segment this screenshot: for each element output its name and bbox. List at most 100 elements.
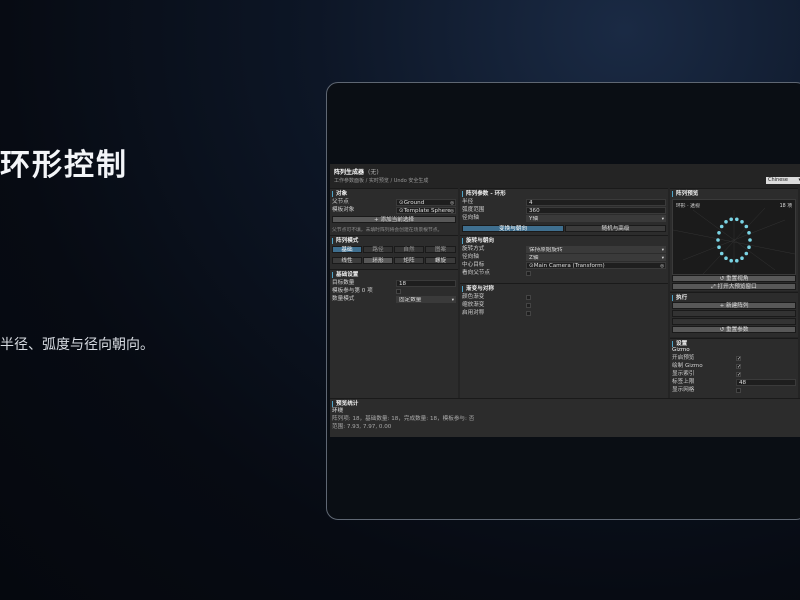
mode-panel: 阵列模式 基础 路径 自然 图案 线性 环形 矩阵 螺旋 <box>330 235 458 269</box>
reset-view-button[interactable]: ↺ 重置视角 <box>672 275 796 282</box>
gradient-panel: 渐变与对称 颜色渐变 缩放渐变 启用对称 <box>460 283 668 398</box>
radius-input[interactable]: 4 <box>526 199 666 206</box>
tab-grid[interactable]: 矩阵 <box>394 257 424 264</box>
scale-gradient-checkbox[interactable] <box>526 303 531 308</box>
tab-linear[interactable]: 线性 <box>332 257 362 264</box>
arc-input[interactable]: 360 <box>526 207 666 214</box>
target-icon[interactable]: ◎ <box>450 200 454 205</box>
gizmo-label: Gizmo <box>672 347 690 353</box>
parent-label: 父节点 <box>332 199 349 205</box>
ring-preview-dot <box>724 220 728 224</box>
disabled-action-button[interactable] <box>672 310 796 317</box>
panel-header: 基础设置 <box>332 272 358 278</box>
panel-header: 阵列模式 <box>332 238 358 244</box>
stats-line-2: 范围: 7.93, 7.97, 0.00 <box>332 424 392 430</box>
disabled-action-button[interactable] <box>672 318 796 325</box>
arc-label: 弧度范围 <box>462 207 485 213</box>
draw-gizmo-label: 绘制 Gizmo <box>672 363 703 369</box>
label-limit-label: 标签上限 <box>672 379 695 385</box>
reset-params-button[interactable]: ↺ 重置参数 <box>672 326 796 333</box>
array-params-panel: 阵列参数 - 环形 半径 4 弧度范围 360 径向轴 Y轴 ▾ 变换与朝向 随机… <box>460 188 668 235</box>
chevron-down-icon: ▾ <box>661 217 664 222</box>
panel-header: 旋转与朝向 <box>462 238 494 244</box>
ring-preview-dot <box>744 251 749 256</box>
hero-subtitle: 半径、弧度与径向朝向。 <box>0 337 154 353</box>
radial-axis-dropdown[interactable]: Y轴 ▾ <box>526 215 666 222</box>
enable-preview-checkbox[interactable]: ✓ <box>736 356 741 362</box>
new-array-button[interactable]: + 新建阵列 <box>672 302 796 309</box>
tab-path[interactable]: 路径 <box>363 246 393 253</box>
device-frame: 阵列生成器 (无) 工作参数面板 / 实时预览 / Undo 安全生成 Chine… <box>326 82 800 520</box>
center-target-field[interactable]: ⊙Main Camera (Transform) ◎ <box>526 262 666 269</box>
symmetry-checkbox[interactable] <box>526 311 531 316</box>
panel-header: 执行 <box>672 295 687 301</box>
rotation-axis-dropdown[interactable]: Z轴 ▾ <box>526 254 666 261</box>
settings-panel: 设置 Gizmo 开启预览 ✓ 绘制 Gizmo ✓ 显示索引 ✓ 标签上限 4… <box>670 338 798 398</box>
count-label: 目标数量 <box>332 280 355 286</box>
tab-ring[interactable]: 环形 <box>363 257 393 264</box>
ring-preview-dot <box>740 220 744 224</box>
color-gradient-checkbox[interactable] <box>526 295 531 300</box>
tab-transform[interactable]: 变换与朝向 <box>462 225 564 232</box>
color-gradient-label: 颜色渐变 <box>462 294 485 300</box>
show-index-checkbox[interactable]: ✓ <box>736 372 741 378</box>
panel-header: 预览统计 <box>332 401 358 407</box>
panel-header: 对象 <box>332 191 347 197</box>
tab-natural[interactable]: 自然 <box>394 246 424 253</box>
tab-basic[interactable]: 基础 <box>332 246 362 253</box>
ring-preview-dot <box>735 217 739 222</box>
template-include-checkbox[interactable] <box>396 289 401 294</box>
hero-title: 环形控制 <box>0 148 128 183</box>
chevron-down-icon: ▾ <box>661 256 664 261</box>
template-label: 模板对象 <box>332 207 355 213</box>
execute-panel: 执行 + 新建阵列 ↺ 重置参数 <box>670 292 798 337</box>
face-parent-label: 看向父节点 <box>462 270 490 276</box>
show-index-label: 显示索引 <box>672 371 695 377</box>
ring-preview-dot <box>716 238 720 242</box>
face-parent-checkbox[interactable] <box>526 271 531 276</box>
ring-preview-dot <box>744 224 749 229</box>
target-icon[interactable]: ◎ <box>450 208 454 213</box>
symmetry-label: 启用对称 <box>462 310 485 316</box>
ring-preview-dot <box>729 217 733 222</box>
count-mode-dropdown[interactable]: 固定数量 ▾ <box>396 296 456 303</box>
template-field[interactable]: ⊙Template Sphere ◎ <box>396 207 456 214</box>
ring-preview-dot <box>717 245 721 249</box>
open-big-preview-button[interactable]: ⤢ 打开大预览窗口 <box>672 283 796 290</box>
rotation-panel: 旋转与朝向 旋转方式 保持原始旋转 ▾ 径向轴 Z轴 ▾ 中心目标 ⊙Main Ca… <box>460 235 668 283</box>
ring-preview <box>673 207 795 274</box>
add-selection-button[interactable]: + 添加当前选择 <box>332 216 456 223</box>
draw-gizmo-checkbox[interactable]: ✓ <box>736 364 741 370</box>
ring-preview-dot <box>748 238 752 242</box>
chevron-down-icon: ▾ <box>661 248 664 253</box>
ring-preview-dot <box>740 256 744 260</box>
ring-preview-dot <box>719 224 724 229</box>
show-grid-checkbox[interactable] <box>736 388 741 393</box>
parent-note: 父节点可不填，未填时阵列将会创建在场景根节点。 <box>332 228 443 233</box>
show-grid-label: 显示网格 <box>672 387 695 393</box>
window-hint: 工作参数面板 / 实时预览 / Undo 安全生成 <box>334 178 429 184</box>
ring-preview-dot <box>747 245 751 249</box>
label-limit-input[interactable]: 48 <box>736 379 796 386</box>
rotation-mode-label: 旋转方式 <box>462 246 485 252</box>
object-panel: 对象 父节点 ⊙Ground ◎ 模板对象 ⊙Template Sphere ◎ +… <box>330 188 458 235</box>
tab-spiral[interactable]: 螺旋 <box>425 257 456 264</box>
preview-viewport[interactable]: 环形 · 透视 18 项 <box>672 199 796 275</box>
tab-random[interactable]: 随机与高级 <box>565 225 666 232</box>
radial-axis-label: 径向轴 <box>462 215 479 221</box>
rotation-mode-dropdown[interactable]: 保持原始旋转 ▾ <box>526 246 666 253</box>
tab-pattern[interactable]: 图案 <box>425 246 456 253</box>
parent-field[interactable]: ⊙Ground ◎ <box>396 199 456 206</box>
template-include-label: 模板参与第 0 项 <box>332 288 373 294</box>
enable-preview-label: 开启预览 <box>672 355 695 361</box>
center-target-label: 中心目标 <box>462 262 485 268</box>
target-icon[interactable]: ◎ <box>660 263 664 268</box>
ring-preview-dot <box>735 258 739 263</box>
ring-preview-dot <box>719 251 724 256</box>
count-input[interactable]: 18 <box>396 280 456 287</box>
language-dropdown[interactable]: Chinese▾ <box>766 177 800 184</box>
stats-mode: 环绕 <box>332 408 344 414</box>
ring-preview-dot <box>717 231 721 235</box>
ring-preview-dot <box>724 256 728 260</box>
panel-header: 渐变与对称 <box>462 286 494 292</box>
